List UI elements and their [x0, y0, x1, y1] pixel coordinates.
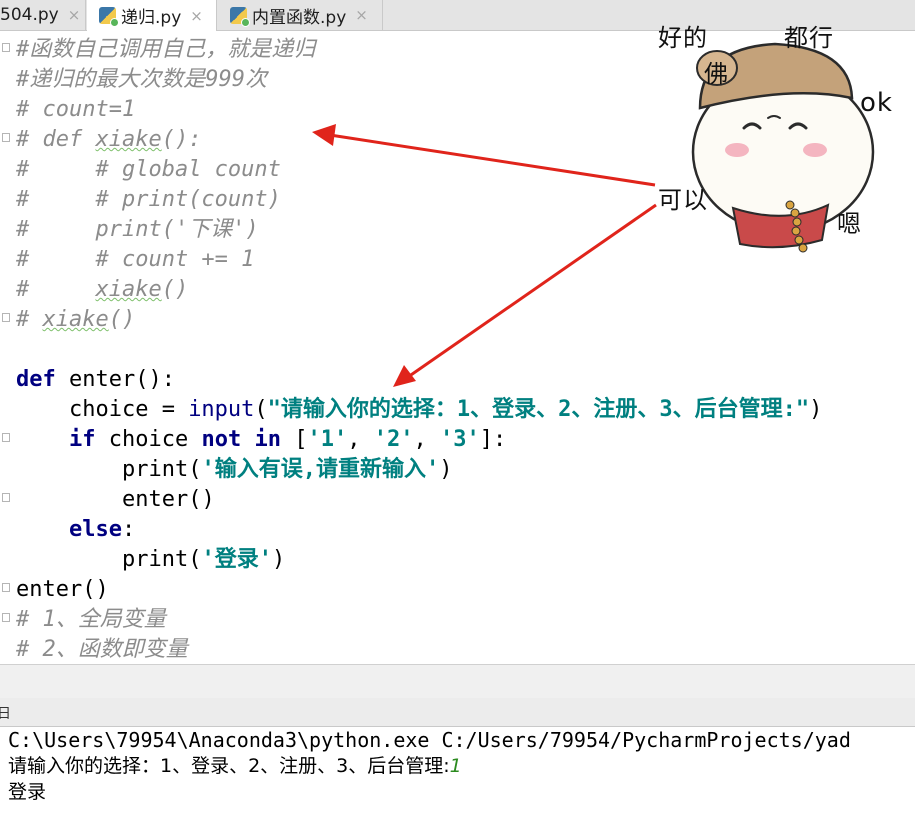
arrow-label-can: 可以: [658, 186, 708, 214]
annotation-overlay: [312, 42, 875, 387]
sticker-hat-text: 佛: [704, 60, 729, 88]
red-arrow-lower: [393, 203, 657, 387]
sticker-text-hmm: 嗯: [837, 210, 862, 238]
sticker-text-anything: 都行: [784, 24, 834, 52]
sticker-text-ok-fine: 好的: [658, 24, 708, 52]
red-arrow-upper: [312, 124, 656, 187]
sticker-text-ok: ok: [860, 88, 893, 118]
